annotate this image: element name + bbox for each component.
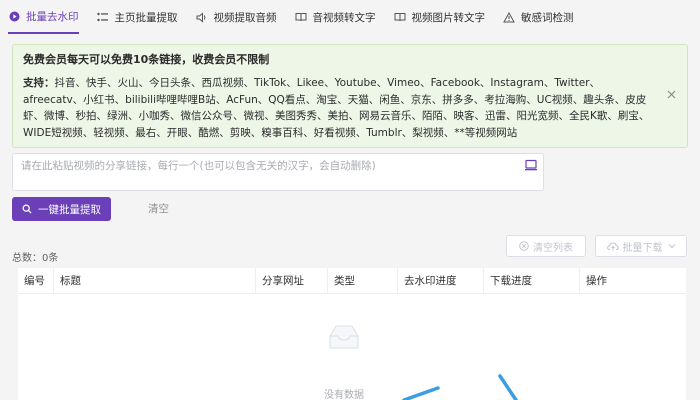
column-header-download-progress: 下载进度 xyxy=(484,268,580,294)
play-circle-icon xyxy=(8,10,20,22)
book-icon xyxy=(295,11,307,23)
cloud-upload-icon xyxy=(606,241,619,251)
empty-inbox-icon xyxy=(326,322,362,352)
column-header-title: 标题 xyxy=(54,268,256,294)
support-list: 抖音、快手、火山、今日头条、西瓜视频、TikTok、Likee、Youtube、… xyxy=(23,77,650,139)
table-header: 编号 标题 分享网址 类型 去水印进度 下载进度 操作 xyxy=(18,268,686,294)
search-icon xyxy=(22,204,32,214)
tab-label: 主页批量提取 xyxy=(114,11,178,24)
result-table: 编号 标题 分享网址 类型 去水印进度 下载进度 操作 没有数据 xyxy=(18,268,686,400)
batch-extract-label: 一键批量提取 xyxy=(38,203,101,216)
tab-bar: 批量去水印 主页批量提取 视频提取音频 音视频转文字 视频图片转文字 敏感词检测 xyxy=(0,0,700,34)
clear-list-label: 清空列表 xyxy=(533,242,573,254)
tab-batch-watermark[interactable]: 批量去水印 xyxy=(8,0,79,34)
share-link-input[interactable] xyxy=(12,153,544,191)
batch-extract-button[interactable]: 一键批量提取 xyxy=(12,197,111,221)
tab-homepage-batch[interactable]: 主页批量提取 xyxy=(96,0,178,34)
supported-sites-text: 支持：抖音、快手、火山、今日头条、西瓜视频、TikTok、Likee、Youtu… xyxy=(23,75,677,141)
tab-label: 视频提取音频 xyxy=(213,11,277,24)
column-header-actions: 操作 xyxy=(586,275,607,287)
tab-label: 敏感词检测 xyxy=(521,11,574,24)
batch-download-button[interactable]: 批量下载 xyxy=(595,235,687,257)
total-count: 总数：0条 xyxy=(12,253,59,264)
audio-icon xyxy=(196,11,208,23)
column-header-index: 编号 xyxy=(18,268,54,294)
chevron-down-icon xyxy=(668,243,676,249)
tab-av-to-text[interactable]: 音视频转文字 xyxy=(295,0,376,34)
tab-label: 视频图片转文字 xyxy=(411,11,486,24)
tab-sensitive-words[interactable]: 敏感词检测 xyxy=(503,0,574,34)
column-header-share-url: 分享网址 xyxy=(256,268,328,294)
warning-icon xyxy=(503,11,515,23)
paste-icon[interactable] xyxy=(524,158,538,172)
empty-state: 没有数据 xyxy=(18,294,686,400)
close-circle-icon xyxy=(519,241,529,251)
batch-download-label: 批量下载 xyxy=(622,242,663,254)
notice-title: 免费会员每天可以免费10条链接，收费会员不限制 xyxy=(23,53,270,66)
dots-icon xyxy=(96,11,109,23)
clear-button[interactable]: 清空 xyxy=(148,197,169,221)
close-icon[interactable] xyxy=(665,89,677,101)
tab-video-image-to-text[interactable]: 视频图片转文字 xyxy=(394,0,486,34)
tab-label: 音视频转文字 xyxy=(312,11,376,24)
tab-label: 批量去水印 xyxy=(26,10,79,23)
empty-text: 没有数据 xyxy=(324,390,364,400)
book-icon xyxy=(394,11,406,23)
notice-panel: 免费会员每天可以免费10条链接，收费会员不限制 支持：抖音、快手、火山、今日头条… xyxy=(12,44,688,148)
tab-video-audio[interactable]: 视频提取音频 xyxy=(196,0,277,34)
clear-list-button[interactable]: 清空列表 xyxy=(506,235,586,257)
column-header-watermark-progress: 去水印进度 xyxy=(398,268,484,294)
column-header-type: 类型 xyxy=(328,268,398,294)
support-label: 支持： xyxy=(23,77,55,89)
